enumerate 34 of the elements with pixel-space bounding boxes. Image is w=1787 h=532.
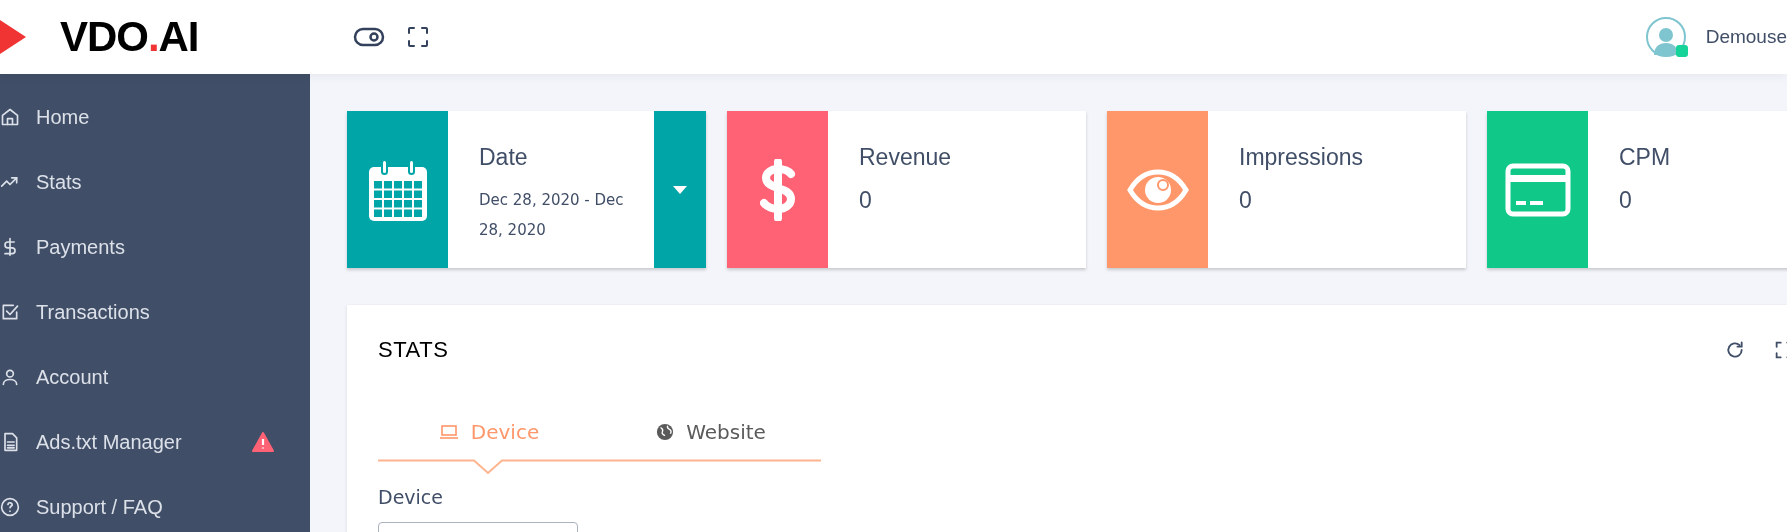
fullscreen-icon[interactable] bbox=[1775, 340, 1787, 359]
sidebar-item[interactable]: Transactions bbox=[0, 279, 310, 344]
refresh-icon[interactable] bbox=[1725, 339, 1745, 360]
sidebar-item[interactable]: Home bbox=[0, 84, 310, 149]
help-icon bbox=[0, 496, 20, 517]
globe-icon bbox=[656, 422, 675, 441]
field-label: Device bbox=[378, 485, 444, 510]
card-value: 0 bbox=[859, 185, 873, 215]
sidebar-item[interactable]: Ads.txt Manager bbox=[0, 409, 310, 474]
sidebar-item[interactable]: Support / FAQ bbox=[0, 474, 310, 532]
logo-text: VDO.AI bbox=[60, 16, 199, 58]
card-title: Date bbox=[479, 143, 529, 172]
sidebar-item[interactable]: Payments bbox=[0, 214, 310, 279]
calendar-icon bbox=[368, 158, 427, 221]
play-logo-icon bbox=[0, 17, 26, 57]
card-title: Impressions bbox=[1239, 143, 1364, 172]
tab[interactable]: Website bbox=[600, 404, 822, 459]
toggle-switch-icon[interactable] bbox=[353, 26, 385, 48]
card-title: CPM bbox=[1619, 143, 1672, 172]
sidebar-item[interactable]: Stats bbox=[0, 149, 310, 214]
card-value: 0 bbox=[1619, 185, 1633, 215]
dollar-icon bbox=[759, 158, 796, 221]
sidebar-item[interactable]: Account bbox=[0, 344, 310, 409]
home-icon bbox=[0, 106, 20, 127]
card-icon bbox=[1504, 162, 1571, 217]
card-value: 0 bbox=[1239, 185, 1253, 215]
eye-icon bbox=[1126, 168, 1189, 211]
card-title: Revenue bbox=[859, 143, 953, 172]
caret-icon bbox=[673, 185, 687, 194]
user-name[interactable]: Demouse bbox=[1705, 22, 1787, 52]
fullscreen-icon[interactable] bbox=[407, 26, 429, 48]
laptop-icon bbox=[438, 423, 459, 440]
panel-title: STATS bbox=[378, 336, 449, 364]
date-range: Dec 28, 2020 - Dec 28, 2020 bbox=[479, 189, 625, 241]
